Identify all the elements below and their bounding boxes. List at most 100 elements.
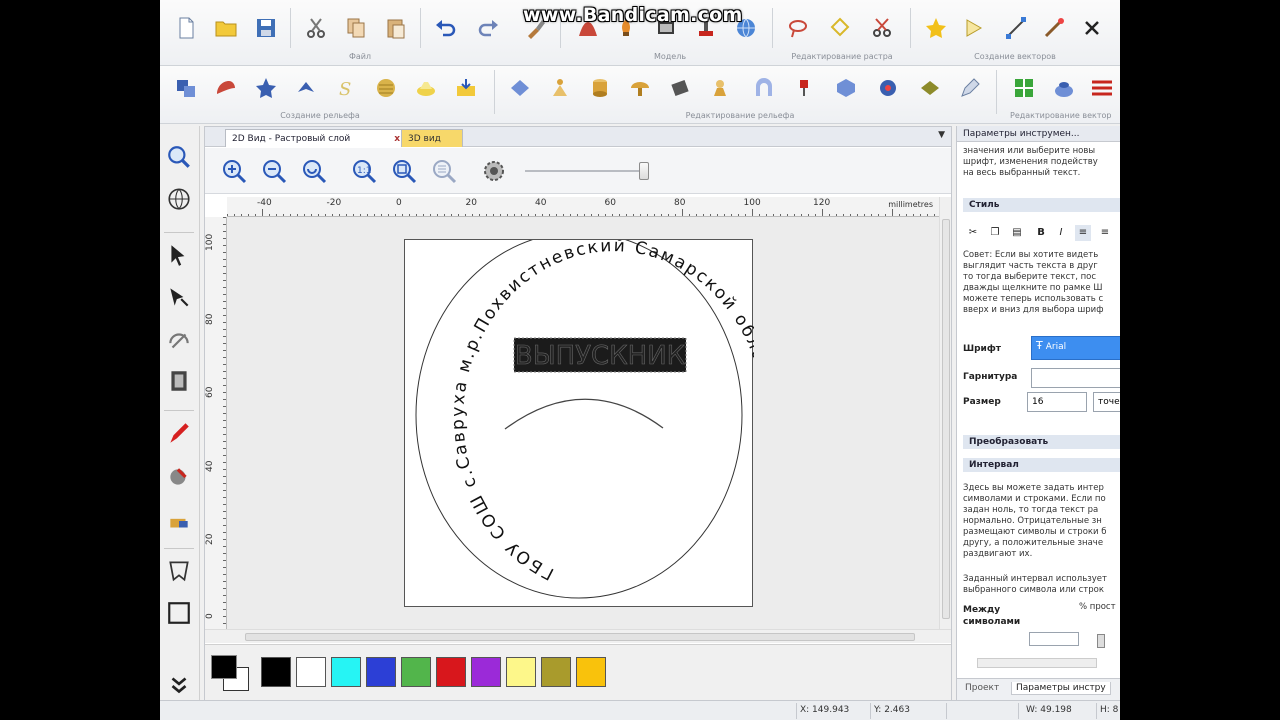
zoom-previous-button[interactable]	[299, 156, 329, 186]
vector-tool-3-button[interactable]	[1002, 14, 1030, 42]
panel-hscroll[interactable]	[977, 658, 1097, 668]
size-input[interactable]: 16	[1027, 392, 1087, 412]
color-swatch[interactable]	[366, 657, 396, 687]
raster-tool-3-button[interactable]	[868, 14, 896, 42]
relief-create-5-button[interactable]: S	[332, 74, 360, 102]
vector-edit-1-button[interactable]	[1010, 74, 1038, 102]
align-center-icon[interactable]: ≡	[1097, 225, 1113, 241]
align-left-icon[interactable]: ≡	[1075, 225, 1091, 241]
fill-tool-button[interactable]	[164, 462, 194, 492]
between-chars-input[interactable]	[1029, 632, 1079, 646]
cut-text-icon[interactable]: ✂	[965, 225, 981, 241]
color-swatch[interactable]	[541, 657, 571, 687]
vector-tool-4-button[interactable]	[1040, 14, 1068, 42]
relief-edit-8-button[interactable]	[790, 74, 818, 102]
between-chars-slider[interactable]	[1097, 634, 1105, 648]
node-edit-tool-button[interactable]	[164, 282, 194, 312]
zoom-selection-button[interactable]	[429, 156, 459, 186]
relief-create-4-button[interactable]	[292, 74, 320, 102]
relief-edit-4-button[interactable]	[626, 74, 654, 102]
foreground-color[interactable]	[211, 655, 237, 679]
vertical-scrollbar[interactable]	[939, 197, 951, 629]
undo-button[interactable]	[432, 14, 460, 42]
relief-create-2-button[interactable]	[212, 74, 240, 102]
vector-edit-2-button[interactable]	[1050, 74, 1078, 102]
transform-section-header[interactable]: Преобразовать	[963, 435, 1120, 449]
relief-create-6-button[interactable]	[372, 74, 400, 102]
rectangle-tool-button[interactable]	[164, 598, 194, 628]
relief-create-3-button[interactable]	[252, 74, 280, 102]
relief-edit-11-button[interactable]	[916, 74, 944, 102]
zoom-slider-thumb[interactable]	[639, 162, 649, 180]
relief-edit-6-button[interactable]	[706, 74, 734, 102]
relief-edit-9-button[interactable]	[832, 74, 860, 102]
copy-text-icon[interactable]: ❐	[987, 225, 1003, 241]
zoom-slider-track[interactable]	[525, 170, 645, 172]
color-swatch[interactable]	[331, 657, 361, 687]
tab-close-icon[interactable]: x	[394, 130, 400, 148]
vertical-scroll-thumb[interactable]	[942, 219, 950, 619]
relief-create-8-button[interactable]	[452, 74, 480, 102]
font-select[interactable]: Ŧ Arial	[1031, 336, 1120, 360]
paste-button[interactable]	[382, 14, 410, 42]
open-file-button[interactable]	[212, 14, 240, 42]
raster-tool-2-button[interactable]	[826, 14, 854, 42]
color-swatch[interactable]	[261, 657, 291, 687]
relief-edit-5-button[interactable]	[666, 74, 694, 102]
redo-button[interactable]	[474, 14, 502, 42]
relief-edit-2-button[interactable]	[546, 74, 574, 102]
globe-view-button[interactable]	[164, 184, 194, 214]
relief-create-7-button[interactable]	[412, 74, 440, 102]
vector-tool-2-button[interactable]	[960, 14, 988, 42]
design-canvas[interactable]: ГБОУ СОШ с.Саврухa м.р.Похвистневский Са…	[227, 217, 939, 629]
tab-project[interactable]: Проект	[961, 682, 1003, 694]
italic-icon[interactable]: I	[1053, 225, 1069, 241]
tab-2d-view[interactable]: 2D Вид - Растровый слой x	[225, 129, 407, 147]
vector-edit-3-button[interactable]	[1088, 74, 1116, 102]
style-section-header[interactable]: Стиль	[963, 198, 1120, 212]
paste-text-icon[interactable]: ▤	[1009, 225, 1025, 241]
transform-tool-button[interactable]	[164, 326, 194, 356]
copy-button[interactable]	[342, 14, 370, 42]
vector-tool-5-button[interactable]	[1078, 14, 1106, 42]
zoom-region-button[interactable]	[164, 142, 194, 172]
select-tool-button[interactable]	[164, 240, 194, 270]
color-swatch[interactable]	[436, 657, 466, 687]
relief-edit-7-button[interactable]	[750, 74, 778, 102]
color-swatch[interactable]	[506, 657, 536, 687]
zoom-1to1-button[interactable]: 1:1	[349, 156, 379, 186]
color-swatch[interactable]	[401, 657, 431, 687]
fg-bg-colors[interactable]	[211, 653, 255, 695]
save-button[interactable]	[252, 14, 280, 42]
zoom-fit-button[interactable]	[389, 156, 419, 186]
pencil-tool-button[interactable]	[164, 418, 194, 448]
tab-menu-icon[interactable]: ▼	[938, 130, 945, 140]
interval-section-header[interactable]: Интервал	[963, 458, 1120, 472]
new-file-button[interactable]	[172, 14, 200, 42]
size-unit-select[interactable]: точе	[1093, 392, 1120, 412]
zoom-out-button[interactable]	[259, 156, 289, 186]
bold-icon[interactable]: B	[1033, 225, 1049, 241]
render-settings-button[interactable]	[479, 156, 509, 186]
color-swatch[interactable]	[576, 657, 606, 687]
cut-button[interactable]	[302, 14, 330, 42]
tab-tool-params[interactable]: Параметры инстру	[1011, 682, 1111, 695]
more-tools-button[interactable]	[164, 670, 194, 700]
brush-tool-button[interactable]	[164, 506, 194, 536]
horizontal-scrollbar[interactable]	[205, 629, 951, 643]
vector-tool-1-button[interactable]	[922, 14, 950, 42]
relief-edit-3-button[interactable]	[586, 74, 614, 102]
zoom-in-button[interactable]	[219, 156, 249, 186]
relief-edit-1-button[interactable]	[506, 74, 534, 102]
vector-shape-tool-button[interactable]	[164, 556, 194, 586]
horizontal-scroll-thumb[interactable]	[245, 633, 915, 641]
raster-tool-1-button[interactable]	[784, 14, 812, 42]
frame-tool-button[interactable]	[164, 366, 194, 396]
color-swatch[interactable]	[471, 657, 501, 687]
color-swatch[interactable]	[296, 657, 326, 687]
typeface-select[interactable]	[1031, 368, 1120, 388]
tab-3d-view[interactable]: 3D вид	[401, 129, 463, 147]
relief-create-1-button[interactable]	[172, 74, 200, 102]
relief-edit-12-button[interactable]	[956, 74, 984, 102]
relief-edit-10-button[interactable]	[874, 74, 902, 102]
